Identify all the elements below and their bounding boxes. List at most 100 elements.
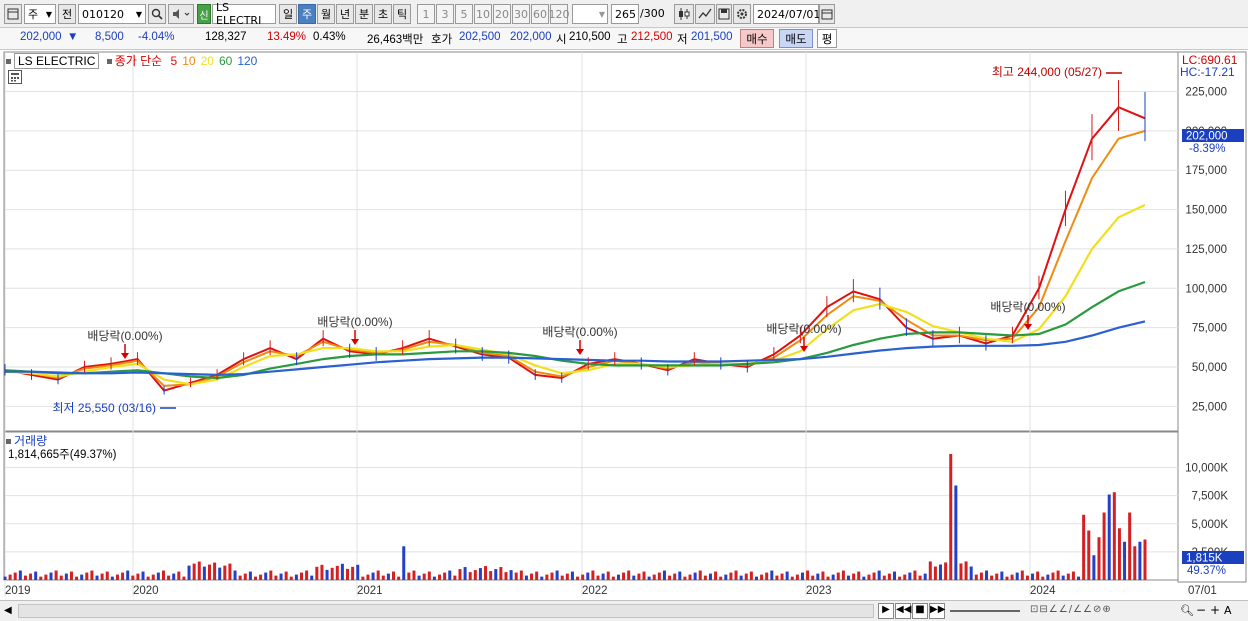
interval-tab[interactable]: 10 xyxy=(474,4,492,24)
zoom-slider[interactable] xyxy=(950,610,1020,612)
volume-bar xyxy=(284,571,288,580)
volume-bar xyxy=(315,566,319,580)
interval-tab[interactable]: 60 xyxy=(531,4,549,24)
fast-forward-icon[interactable]: ▶▶ xyxy=(929,603,945,619)
x-tick-label: 2023 xyxy=(806,585,832,597)
volume-bar xyxy=(882,575,886,580)
volume-bar xyxy=(806,570,810,580)
volume-tick-label: 5,000K xyxy=(1192,519,1229,531)
volume-bar xyxy=(238,575,242,580)
horizontal-scrollbar[interactable] xyxy=(18,604,874,618)
volume-bar xyxy=(392,571,396,580)
period-tab[interactable]: 주 xyxy=(298,4,316,24)
interval-tab[interactable]: 3 xyxy=(436,4,454,24)
toolbar: 주 ▼ 전 010120 ▼ 신 LS ELECTRI 일주월년분초틱 1351… xyxy=(0,0,1248,28)
volume-bar xyxy=(514,572,518,580)
interval-tab[interactable]: 30 xyxy=(512,4,530,24)
period-tab[interactable]: 분 xyxy=(355,4,373,24)
volume-bar xyxy=(422,573,426,580)
stock-code-value: 010120 xyxy=(82,7,124,21)
market-label: 주 xyxy=(28,8,39,21)
price-volume-chart[interactable]: 225,000200,000175,000150,000125,000100,0… xyxy=(0,50,1248,600)
custom-interval-select[interactable]: ▼ xyxy=(572,4,608,24)
speaker-icon[interactable] xyxy=(168,4,194,24)
volume-bar xyxy=(770,570,774,580)
volume-bar xyxy=(197,561,201,580)
zoom-out-icon[interactable]: − xyxy=(1196,603,1206,617)
calendar-icon[interactable] xyxy=(819,4,835,24)
volume-bar xyxy=(576,576,580,580)
sell-button[interactable]: 매도 xyxy=(779,29,813,48)
interval-tab[interactable]: 20 xyxy=(493,4,511,24)
volume-bar xyxy=(110,576,114,580)
volume-bar xyxy=(749,571,753,580)
ma-period-list: 5 10 20 60 120 xyxy=(166,54,258,68)
price-tick-label: 100,000 xyxy=(1185,283,1227,295)
volume-bar xyxy=(535,571,539,580)
volume-bar xyxy=(780,573,784,580)
ask-price: 202,500 xyxy=(459,31,501,43)
count-input[interactable]: 265 xyxy=(611,4,639,24)
high-label: 고 xyxy=(617,34,628,46)
dividend-note: 배당락(0.00%) xyxy=(87,329,162,343)
ma-period-label: 5 xyxy=(170,54,178,68)
period-tab[interactable]: 월 xyxy=(317,4,335,24)
volume-bar xyxy=(698,570,702,580)
period-tab[interactable]: 년 xyxy=(336,4,354,24)
buy-button[interactable]: 매수 xyxy=(740,29,774,48)
font-size-icon[interactable]: A xyxy=(1224,604,1232,617)
window-icon[interactable] xyxy=(4,4,22,24)
volume-bar xyxy=(1036,571,1040,580)
price-tick-label: 150,000 xyxy=(1185,205,1227,217)
zoom-in-icon[interactable]: + xyxy=(1210,603,1220,617)
volume-bar xyxy=(596,575,600,580)
rewind-icon[interactable]: ◀◀ xyxy=(895,603,911,619)
scroll-right-icon[interactable]: ▶ xyxy=(878,603,894,619)
average-button[interactable]: 평 xyxy=(817,29,837,48)
chevron-down-icon: ▼ xyxy=(135,9,142,19)
interval-tab[interactable]: 1 xyxy=(417,4,435,24)
dividend-arrow-head xyxy=(576,349,584,355)
period-tab[interactable]: 틱 xyxy=(393,4,411,24)
volume-bar xyxy=(386,573,390,580)
volume-bar xyxy=(356,564,360,580)
zoom-search-icon[interactable]: 🔍︎ xyxy=(1180,604,1194,617)
interval-tab[interactable]: 5 xyxy=(455,4,473,24)
volume-bar xyxy=(69,571,73,580)
candle-icon[interactable] xyxy=(674,4,694,24)
period-tab[interactable]: 초 xyxy=(374,4,392,24)
volume-bar xyxy=(274,575,278,580)
calculator-icon[interactable] xyxy=(8,70,22,84)
volume-bar xyxy=(340,563,344,580)
legend-stock-name: LS ELECTRIC xyxy=(14,53,100,69)
stock-code-input[interactable]: 010120 ▼ xyxy=(78,4,146,24)
save-icon[interactable] xyxy=(716,4,732,24)
period-tab[interactable]: 일 xyxy=(279,4,297,24)
drawing-tools-icon[interactable]: ⊡⊟∠∠/∠∠⊘⊕ xyxy=(1030,604,1112,615)
search-icon[interactable] xyxy=(148,4,166,24)
volume-bar xyxy=(872,572,876,580)
volume-bar xyxy=(519,570,523,580)
volume-bar xyxy=(1041,576,1045,580)
volume-bar xyxy=(1102,512,1106,580)
volume-bar xyxy=(923,573,927,580)
compare-button[interactable]: 전 xyxy=(58,4,76,24)
current-price: 202,000 xyxy=(20,31,62,43)
volume-bar xyxy=(908,572,912,580)
volume-bar xyxy=(530,573,534,580)
volume-bar xyxy=(642,571,646,580)
stop-icon[interactable]: ■ xyxy=(912,603,928,619)
interval-tab[interactable]: 120 xyxy=(549,4,570,24)
volume-bar xyxy=(202,566,206,580)
volume-bar xyxy=(673,573,677,580)
trend-icon[interactable] xyxy=(695,4,715,24)
market-select[interactable]: 주 ▼ xyxy=(24,4,56,24)
volume-bar xyxy=(207,564,211,580)
scroll-left-icon[interactable]: ◀ xyxy=(4,605,12,616)
chart-area[interactable]: 225,000200,000175,000150,000125,000100,0… xyxy=(0,50,1248,600)
volume-bar xyxy=(913,570,917,580)
stock-name-field[interactable]: LS ELECTRI xyxy=(212,1,276,27)
gear-icon[interactable] xyxy=(733,4,751,24)
date-input[interactable]: 2024/07/01 xyxy=(753,4,820,24)
volume-bar xyxy=(478,568,482,580)
